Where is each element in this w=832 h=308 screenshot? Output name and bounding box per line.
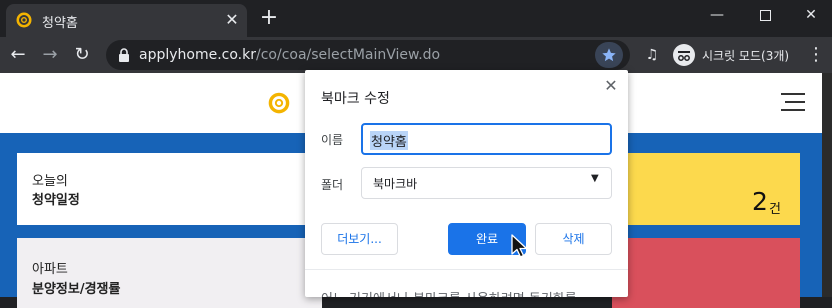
mouse-cursor-icon [511, 234, 528, 258]
card-red[interactable] [612, 238, 800, 308]
toolbar: ← → ↻ applyhome.co.kr/co/coa/selectMainV… [0, 37, 832, 73]
bookmark-name-input[interactable]: 청약홈 [361, 123, 612, 155]
scrollbar[interactable] [822, 73, 832, 297]
close-icon[interactable]: ✕ [222, 10, 242, 30]
card-count[interactable]: 2 건 [612, 153, 800, 225]
tab-strip: 청약홈 ✕ + — ✕ [0, 0, 832, 37]
name-label: 이름 [321, 133, 344, 147]
minimize-icon[interactable]: — [694, 0, 740, 30]
bookmark-name-value: 청약홈 [370, 131, 408, 150]
edit-bookmark-dialog: 북마크 수정 ✕ 이름 청약홈 폴더 북마크바 ▼ 더보기... 완료 삭제 어… [305, 70, 628, 297]
card-apartment-info[interactable]: 아파트 분양정보/경쟁률 [17, 238, 322, 308]
media-control-icon[interactable]: ♫ [638, 41, 666, 69]
incognito-label: 시크릿 모드(3개) [702, 49, 790, 63]
url-host: applyhome.co.kr [139, 47, 256, 63]
folder-select[interactable]: 북마크바 ▼ [361, 167, 612, 199]
incognito-indicator[interactable]: 시크릿 모드(3개) [668, 41, 818, 69]
tab-applyhome[interactable]: 청약홈 ✕ [6, 4, 247, 37]
more-menu-icon[interactable]: ⋮ [802, 41, 830, 69]
maximize-icon[interactable] [742, 0, 788, 30]
folder-label: 폴더 [321, 178, 344, 192]
sync-promo: 어느 기기에서나 북마크를 사용하려면 동기화를 [305, 269, 628, 297]
folder-value: 북마크바 [373, 177, 418, 191]
dialog-title: 북마크 수정 [321, 91, 390, 107]
more-button[interactable]: 더보기... [321, 223, 398, 255]
delete-button[interactable]: 삭제 [535, 223, 612, 255]
incognito-icon [673, 44, 695, 66]
applyhome-logo-icon [16, 12, 32, 28]
site-logo-icon [268, 92, 290, 114]
forward-icon[interactable]: → [36, 41, 64, 69]
address-bar[interactable]: applyhome.co.kr/co/coa/selectMainView.do [106, 40, 630, 70]
hamburger-menu-icon[interactable] [781, 93, 805, 111]
chevron-down-icon: ▼ [591, 173, 599, 184]
sync-promo-text: 어느 기기에서나 북마크를 사용하려면 동기화를 [321, 288, 577, 297]
lock-icon [119, 48, 129, 62]
bookmark-star-button[interactable] [595, 42, 623, 68]
card-today-schedule[interactable]: 오늘의 청약일정 [17, 153, 322, 225]
back-icon[interactable]: ← [4, 41, 32, 69]
card-count-unit: 건 [769, 202, 781, 217]
new-tab-button[interactable]: + [257, 7, 281, 31]
star-icon [602, 48, 616, 62]
card-line2: 분양정보/경쟁률 [32, 282, 121, 297]
card-line2: 청약일정 [32, 193, 80, 208]
card-line1: 아파트 [32, 262, 68, 277]
window-close-icon[interactable]: ✕ [788, 0, 832, 30]
card-count-value: 2 [752, 187, 768, 216]
close-icon[interactable]: ✕ [601, 76, 621, 96]
url-path: /co/coa/selectMainView.do [256, 47, 441, 63]
card-line1: 오늘의 [32, 174, 68, 189]
reload-icon[interactable]: ↻ [68, 41, 96, 69]
tab-title: 청약홈 [42, 16, 78, 31]
url-text: applyhome.co.kr/co/coa/selectMainView.do [139, 47, 440, 63]
